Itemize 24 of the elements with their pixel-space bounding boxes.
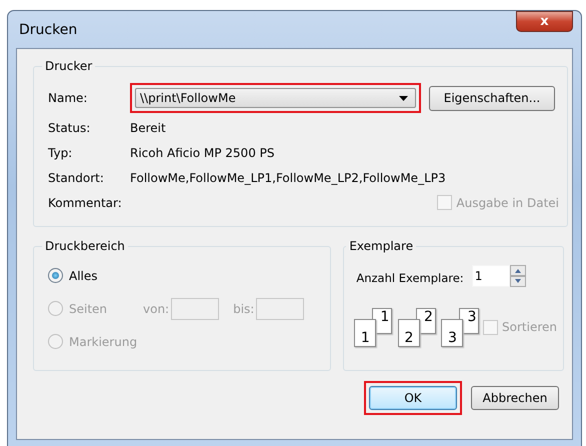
info-value: Ricoh Aficio MP 2500 PS: [130, 146, 274, 160]
from-label: von:: [143, 302, 170, 316]
range-radio[interactable]: Alles: [48, 268, 143, 283]
name-label: Name:: [48, 91, 88, 105]
info-label: Kommentar:: [48, 196, 123, 210]
properties-button[interactable]: Eigenschaften...: [429, 86, 555, 110]
group-title: Druckbereich: [44, 239, 126, 253]
window-title: Drucken: [18, 22, 78, 38]
info-label: Typ:: [48, 146, 74, 160]
copies-field[interactable]: 1: [472, 265, 510, 287]
spin-buttons[interactable]: [510, 265, 526, 290]
info-label: Standort:: [48, 170, 105, 184]
dialog-button[interactable]: OK: [369, 386, 457, 410]
printer-dropdown[interactable]: \\print\FollowMe: [135, 88, 416, 108]
copies-label: Anzahl Exemplare:: [356, 270, 464, 284]
close-button[interactable]: x: [516, 11, 573, 32]
caret-icon: [399, 96, 408, 100]
group-title: Exemplare: [348, 239, 414, 253]
info-label: Status:: [48, 120, 92, 134]
group-title: Drucker: [44, 59, 94, 73]
info-value: Bereit: [130, 120, 166, 134]
info-value: FollowMe,FollowMe_LP1,FollowMe_LP2,FollowMe_LP3: [130, 170, 446, 184]
to-label: bis:: [233, 302, 254, 316]
dialog-button[interactable]: Abbrechen: [471, 386, 559, 410]
